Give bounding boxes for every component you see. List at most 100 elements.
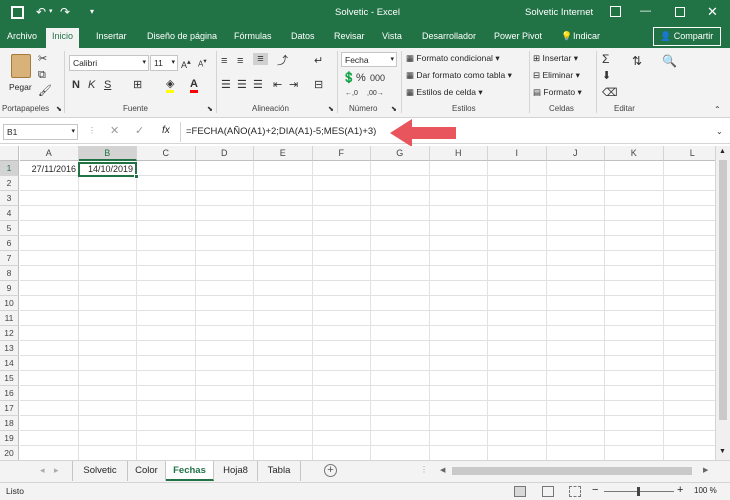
row-header-18[interactable]: 18 (0, 416, 19, 431)
find-select-icon[interactable]: 🔍 (662, 55, 677, 67)
row-header-16[interactable]: 16 (0, 386, 19, 401)
bold-icon[interactable]: N (72, 79, 80, 91)
tab-split-handle[interactable]: ⋮ (420, 465, 428, 474)
autosum-icon[interactable]: Σ (602, 53, 609, 65)
column-header-j[interactable]: J (546, 146, 605, 161)
borders-icon[interactable]: ⊞ (133, 79, 142, 91)
minimize-icon[interactable]: — (640, 5, 651, 17)
zoom-out-icon[interactable]: − (592, 484, 598, 496)
column-header-k[interactable]: K (605, 146, 664, 161)
increase-font-icon[interactable]: A▴ (181, 56, 191, 71)
align-left-icon[interactable]: ☰ (221, 79, 231, 91)
cell-styles-button[interactable]: ▦ Estilos de celda ▾ (406, 87, 483, 98)
row-header-4[interactable]: 4 (0, 206, 19, 221)
column-header-h[interactable]: H (429, 146, 488, 161)
column-header-i[interactable]: I (488, 146, 547, 161)
row-header-11[interactable]: 11 (0, 311, 19, 326)
row-header-8[interactable]: 8 (0, 266, 19, 281)
align-middle-icon[interactable]: ≡ (237, 55, 243, 67)
tab-power-pivot[interactable]: Power Pivot (494, 31, 542, 41)
expand-formula-bar-icon[interactable]: ⌄ (716, 126, 723, 138)
number-format-dropdown[interactable]: Fecha ▾ (341, 52, 397, 67)
undo-icon[interactable]: ↶ (36, 5, 46, 19)
cell-b1[interactable]: 14/10/2019 (78, 162, 137, 177)
delete-cells-button[interactable]: ⊟ Eliminar ▾ (533, 70, 580, 81)
tab-vista[interactable]: Vista (382, 31, 402, 41)
sheet-tab-hoja8[interactable]: Hoja8 (214, 461, 258, 481)
cell-a1[interactable]: 27/11/2016 (20, 162, 78, 177)
page-layout-view-icon[interactable] (542, 486, 554, 497)
row-header-7[interactable]: 7 (0, 251, 19, 266)
row-header-15[interactable]: 15 (0, 371, 19, 386)
underline-icon[interactable]: S (104, 79, 111, 91)
format-as-table-button[interactable]: ▦ Dar formato como tabla ▾ (406, 70, 512, 81)
row-header-19[interactable]: 19 (0, 431, 19, 446)
tab-revisar[interactable]: Revisar (334, 31, 365, 41)
copy-icon[interactable]: ⧉ (38, 69, 46, 81)
cancel-entry-icon[interactable]: ✕ (110, 125, 119, 137)
paste-button[interactable]: Pegar (6, 52, 36, 98)
tell-me-search[interactable]: Indicar (573, 31, 600, 41)
alignment-launcher-icon[interactable]: ⬊ (328, 104, 334, 116)
hscroll-right-icon[interactable]: ▶ (703, 466, 708, 474)
zoom-level[interactable]: 100 % (694, 486, 717, 495)
row-header-10[interactable]: 10 (0, 296, 19, 311)
align-top-icon[interactable]: ≡ (221, 55, 227, 67)
column-header-l[interactable]: L (663, 146, 715, 161)
sheet-tab-color[interactable]: Color (128, 461, 166, 481)
increase-decimal-icon[interactable]: ←,0 (345, 88, 358, 100)
percent-icon[interactable]: % (356, 72, 366, 84)
prev-sheet-icon[interactable]: ◂ (40, 465, 45, 476)
fill-color-icon[interactable]: ◈ (166, 78, 175, 93)
scroll-down-icon[interactable]: ▼ (719, 448, 726, 455)
decrease-font-icon[interactable]: A▾ (198, 56, 207, 71)
column-header-f[interactable]: F (312, 146, 371, 161)
row-header-2[interactable]: 2 (0, 176, 19, 191)
tab-archivo[interactable]: Archivo (7, 31, 37, 41)
font-name-dropdown[interactable]: Calibri ▾ (69, 55, 149, 71)
row-header-3[interactable]: 3 (0, 191, 19, 206)
decrease-decimal-icon[interactable]: ,00→ (367, 88, 384, 100)
tab-datos[interactable]: Datos (291, 31, 315, 41)
format-painter-icon[interactable]: 🖌 (38, 85, 52, 97)
tab-insertar[interactable]: Insertar (96, 31, 127, 41)
tab-diseno-pagina[interactable]: Diseño de página (147, 31, 217, 41)
align-bottom-icon[interactable]: ≡ (253, 53, 268, 65)
horizontal-scroll-thumb[interactable] (452, 467, 692, 475)
save-icon[interactable] (11, 6, 24, 19)
row-header-9[interactable]: 9 (0, 281, 19, 296)
vertical-scrollbar[interactable]: ▲ ▼ (715, 146, 730, 460)
ribbon-display-icon[interactable] (610, 6, 621, 17)
wrap-text-icon[interactable]: ↵ (314, 55, 323, 67)
font-size-dropdown[interactable]: 11 ▾ (150, 55, 178, 71)
maximize-icon[interactable] (675, 7, 685, 17)
merge-center-icon[interactable]: ⊟ (314, 79, 323, 91)
column-header-e[interactable]: E (254, 146, 313, 161)
align-right-icon[interactable]: ☰ (253, 79, 263, 91)
next-sheet-icon[interactable]: ▸ (54, 465, 59, 476)
zoom-slider-thumb[interactable] (637, 487, 640, 496)
comma-style-icon[interactable]: 000 (370, 72, 385, 84)
column-header-c[interactable]: C (137, 146, 196, 161)
clear-icon[interactable]: ⌫ (602, 87, 618, 99)
row-header-6[interactable]: 6 (0, 236, 19, 251)
customize-toolbar-icon[interactable]: ▾ (90, 7, 94, 16)
row-header-12[interactable]: 12 (0, 326, 19, 341)
collapse-ribbon-icon[interactable]: ⌃ (714, 104, 721, 116)
number-launcher-icon[interactable]: ⬊ (391, 104, 397, 116)
sort-filter-icon[interactable]: ⇅ (632, 55, 642, 67)
align-center-icon[interactable]: ☰ (237, 79, 247, 91)
cut-icon[interactable]: ✂ (38, 53, 47, 65)
sheet-tab-solvetic[interactable]: Solvetic (73, 461, 128, 481)
zoom-in-icon[interactable]: + (677, 484, 683, 496)
currency-icon[interactable]: 💲 (342, 72, 356, 84)
page-break-view-icon[interactable] (569, 486, 581, 497)
increase-indent-icon[interactable]: ⇥ (289, 79, 298, 91)
row-header-1[interactable]: 1 (0, 161, 19, 176)
row-header-13[interactable]: 13 (0, 341, 19, 356)
undo-dropdown-icon[interactable]: ▾ (49, 7, 53, 15)
decrease-indent-icon[interactable]: ⇤ (273, 79, 282, 91)
sheet-tab-tabla[interactable]: Tabla (258, 461, 301, 481)
conditional-format-button[interactable]: ▦ Formato condicional ▾ (406, 53, 500, 64)
redo-icon[interactable]: ↷ (60, 5, 70, 19)
